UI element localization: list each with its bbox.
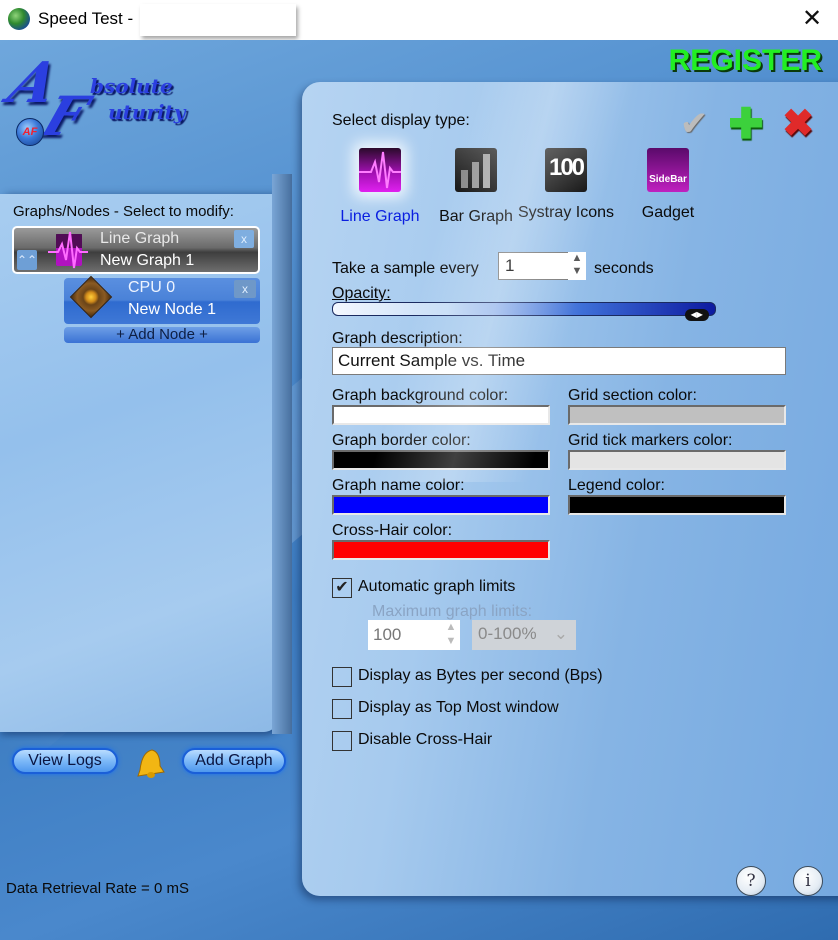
legend-color-label: Legend color:: [568, 477, 665, 494]
logo-word-1: bsolute: [90, 74, 173, 98]
grid-section-color-swatch[interactable]: [568, 405, 786, 425]
help-button[interactable]: ?: [736, 866, 766, 896]
graph-background-color-label: Graph background color:: [332, 387, 509, 404]
automatic-graph-limits-label: Automatic graph limits: [358, 578, 516, 595]
display-type-systray-icons[interactable]: 100 Systray Icons: [516, 148, 616, 238]
app-globe-icon: [8, 8, 30, 30]
title-bar: Speed Test - ✕: [0, 0, 838, 40]
add-graph-button[interactable]: Add Graph: [182, 748, 286, 774]
add-plus-button[interactable]: ✚: [726, 103, 766, 145]
logo-badge-icon: AF: [16, 118, 44, 146]
absolute-futurity-logo: A bsolute F uturity AF: [0, 50, 210, 148]
disable-cross-hair-label: Disable Cross-Hair: [358, 731, 493, 748]
graphs-nodes-heading: Graphs/Nodes - Select to modify:: [13, 203, 234, 220]
disable-cross-hair-checkbox[interactable]: [332, 731, 352, 751]
display-type-gadget[interactable]: SideBar Gadget: [618, 148, 718, 238]
graphs-nodes-panel: Graphs/Nodes - Select to modify: ⌃⌃ Line…: [0, 174, 292, 734]
graph-background-color-swatch[interactable]: [332, 405, 550, 425]
graph-border-color-swatch[interactable]: [332, 450, 550, 470]
graph-name-color-label: Graph name color:: [332, 477, 465, 494]
graph-settings-panel: Select display type: ✔ ✚ ✖ Line Graph Ba…: [302, 82, 838, 896]
line-graph-icon: [359, 148, 401, 192]
graph-name-color-swatch[interactable]: [332, 495, 550, 515]
register-button[interactable]: REGISTER: [669, 44, 822, 78]
view-logs-button[interactable]: View Logs: [12, 748, 118, 774]
display-type-label: Gadget: [641, 204, 695, 221]
add-node-button[interactable]: + Add Node +: [64, 327, 260, 343]
delete-x-button[interactable]: ✖: [778, 104, 818, 144]
redacted-title-field: [140, 4, 296, 36]
top-most-window-label: Display as Top Most window: [358, 699, 559, 716]
display-type-label: Line Graph: [340, 208, 420, 225]
window-title: Speed Test -: [38, 9, 134, 28]
data-retrieval-rate-status: Data Retrieval Rate = 0 mS: [6, 880, 189, 897]
display-type-bar-graph[interactable]: Bar Graph: [426, 148, 526, 238]
max-limit-spin[interactable]: ▲ ▼: [442, 620, 460, 650]
cross-hair-color-swatch[interactable]: [332, 540, 550, 560]
sample-interval-spin[interactable]: ▲ ▼: [568, 252, 586, 280]
node-name-label: New Node 1: [128, 301, 217, 318]
maximum-graph-limits-label: Maximum graph limits:: [372, 603, 533, 620]
remove-graph-button[interactable]: x: [234, 230, 254, 248]
grid-section-color-label: Grid section color:: [568, 387, 697, 404]
sample-suffix-label: seconds: [594, 260, 654, 277]
node-list-item[interactable]: CPU 0 New Node 1 x: [64, 275, 260, 324]
collapse-expand-button[interactable]: ⌃⌃: [17, 250, 37, 270]
graph-border-color-label: Graph border color:: [332, 432, 471, 449]
select-display-type-label: Select display type:: [332, 112, 470, 129]
bar-graph-icon: [455, 148, 497, 192]
grid-tick-markers-color-swatch[interactable]: [568, 450, 786, 470]
top-most-window-checkbox[interactable]: [332, 699, 352, 719]
bell-icon[interactable]: [130, 746, 166, 780]
graph-name-label: New Graph 1: [100, 252, 195, 269]
max-limit-input[interactable]: [368, 620, 442, 650]
graph-list-item[interactable]: ⌃⌃ Line Graph New Graph 1 x: [12, 226, 260, 274]
sample-prefix-label: Take a sample every: [332, 260, 479, 277]
graph-description-label: Graph description:: [332, 330, 463, 347]
bytes-per-second-label: Display as Bytes per second (Bps): [358, 667, 603, 684]
grid-tick-markers-color-label: Grid tick markers color:: [568, 432, 733, 449]
automatic-graph-limits-checkbox[interactable]: ✔: [332, 578, 352, 598]
cross-hair-color-label: Cross-Hair color:: [332, 522, 453, 539]
apply-check-button[interactable]: ✔: [674, 106, 714, 142]
graph-type-label: Line Graph: [100, 230, 180, 247]
opacity-slider[interactable]: [332, 302, 716, 316]
chevron-down-icon: ⌄: [553, 624, 568, 643]
bytes-per-second-checkbox[interactable]: [332, 667, 352, 687]
display-type-label: Bar Graph: [439, 208, 513, 225]
line-graph-icon: [48, 231, 88, 269]
opacity-label: Opacity:: [332, 285, 391, 302]
gadget-icon: SideBar: [647, 148, 689, 192]
display-type-label: Systray Icons: [517, 204, 615, 221]
graph-description-input[interactable]: [332, 347, 786, 375]
limit-range-value: 0-100%: [478, 624, 537, 643]
opacity-slider-thumb[interactable]: ◀▶: [684, 309, 709, 321]
max-limit-stepper: ▲▼: [368, 620, 462, 650]
cpu-chip-icon: [69, 275, 113, 319]
app-body: A bsolute F uturity AF REGISTER Graphs/N…: [0, 40, 838, 940]
systray-icon: 100: [545, 148, 587, 192]
close-window-button[interactable]: ✕: [796, 4, 828, 34]
display-type-line-graph[interactable]: Line Graph: [330, 148, 430, 238]
sample-interval-input[interactable]: [498, 252, 570, 280]
about-info-button[interactable]: i: [793, 866, 823, 896]
sample-interval-stepper: ▲▼: [498, 252, 586, 280]
logo-word-2: uturity: [108, 100, 186, 124]
legend-color-swatch[interactable]: [568, 495, 786, 515]
node-source-label: CPU 0: [128, 279, 176, 296]
remove-node-button[interactable]: x: [234, 280, 256, 298]
limit-range-select[interactable]: 0-100% ⌄: [472, 620, 576, 650]
